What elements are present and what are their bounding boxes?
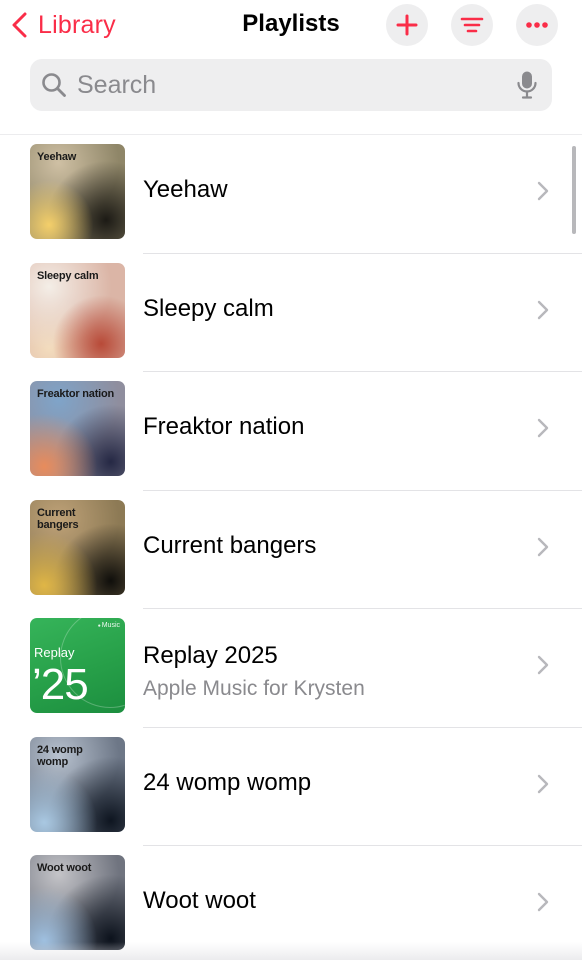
ellipsis-icon: [526, 22, 548, 28]
chevron-right-icon: [537, 418, 549, 438]
playlist-row-24-womp-womp[interactable]: 24 womp womp 24 womp womp: [0, 728, 582, 846]
search-placeholder: Search: [77, 70, 157, 99]
playlist-row-current-bangers[interactable]: Current bangers Current bangers: [0, 491, 582, 609]
chevron-right-icon: [537, 655, 549, 675]
navigation-bar: Library Playlists: [0, 0, 582, 50]
replay-word: Replay: [34, 645, 75, 660]
chevron-right-icon: [537, 774, 549, 793]
playlist-title: 24 womp womp: [143, 768, 312, 796]
playlist-artwork: Yeehaw: [30, 144, 125, 239]
search-field[interactable]: Search: [30, 59, 552, 111]
replay-year: ’25: [32, 660, 89, 709]
playlist-row-replay-2025[interactable]: ●Music Replay ’25 Replay 2025 Apple Musi…: [0, 609, 582, 728]
playlist-title: Yeehaw: [143, 176, 228, 203]
chevron-right-icon: [537, 300, 549, 319]
playlist-subtitle: Apple Music for Krysten: [143, 677, 365, 700]
playlist-list: Yeehaw Yeehaw Sleepy calm Sleepy calm Fr…: [0, 135, 582, 960]
replay-artwork: ●Music Replay ’25: [30, 618, 125, 713]
chevron-right-icon: [537, 537, 549, 556]
sort-button[interactable]: [451, 4, 493, 46]
chevron-right-icon: [537, 181, 549, 201]
artwork-label: 24 womp womp: [37, 743, 83, 768]
playlist-row-freaktor-nation[interactable]: Freaktor nation Freaktor nation: [0, 372, 582, 491]
playlist-title: Current bangers: [143, 531, 317, 559]
plus-icon: [396, 14, 418, 36]
apple-music-brand: ●Music: [98, 622, 120, 629]
chevron-left-icon: [12, 12, 27, 38]
playlist-title: Replay 2025: [143, 642, 278, 669]
playlist-artwork: Freaktor nation: [30, 381, 125, 476]
artwork-label: Sleepy calm: [37, 269, 99, 282]
playlist-artwork: Current bangers: [30, 499, 125, 595]
artwork-label: Current bangers: [37, 506, 79, 531]
playlist-row-yeehaw[interactable]: Yeehaw Yeehaw: [0, 135, 582, 254]
playlist-artwork: Sleepy calm: [30, 262, 125, 358]
back-label: Library: [38, 10, 116, 39]
artwork-label: Freaktor nation: [37, 388, 115, 400]
apple-logo-icon: ●: [97, 623, 101, 629]
artwork-label: Woot woot: [37, 862, 92, 874]
scrollbar[interactable]: [572, 146, 576, 234]
brand-text: Music: [101, 622, 120, 629]
playlist-title: Sleepy calm: [143, 294, 274, 322]
playlist-artwork: Woot woot: [30, 855, 125, 950]
more-options-button[interactable]: [516, 4, 558, 46]
microphone-icon[interactable]: [516, 70, 538, 100]
back-button[interactable]: Library: [10, 6, 116, 44]
artwork-label: Yeehaw: [37, 151, 77, 163]
playlist-row-sleepy-calm[interactable]: Sleepy calm Sleepy calm: [0, 254, 582, 372]
playlist-title: Woot woot: [143, 887, 256, 914]
playlist-title: Freaktor nation: [143, 413, 305, 440]
playlist-row-woot-woot[interactable]: Woot woot Woot woot: [0, 846, 582, 960]
add-playlist-button[interactable]: [386, 4, 428, 46]
sort-lines-icon: [460, 17, 484, 33]
playlist-artwork: 24 womp womp: [30, 736, 125, 832]
magnifier-icon: [42, 73, 66, 97]
chevron-right-icon: [537, 892, 549, 912]
